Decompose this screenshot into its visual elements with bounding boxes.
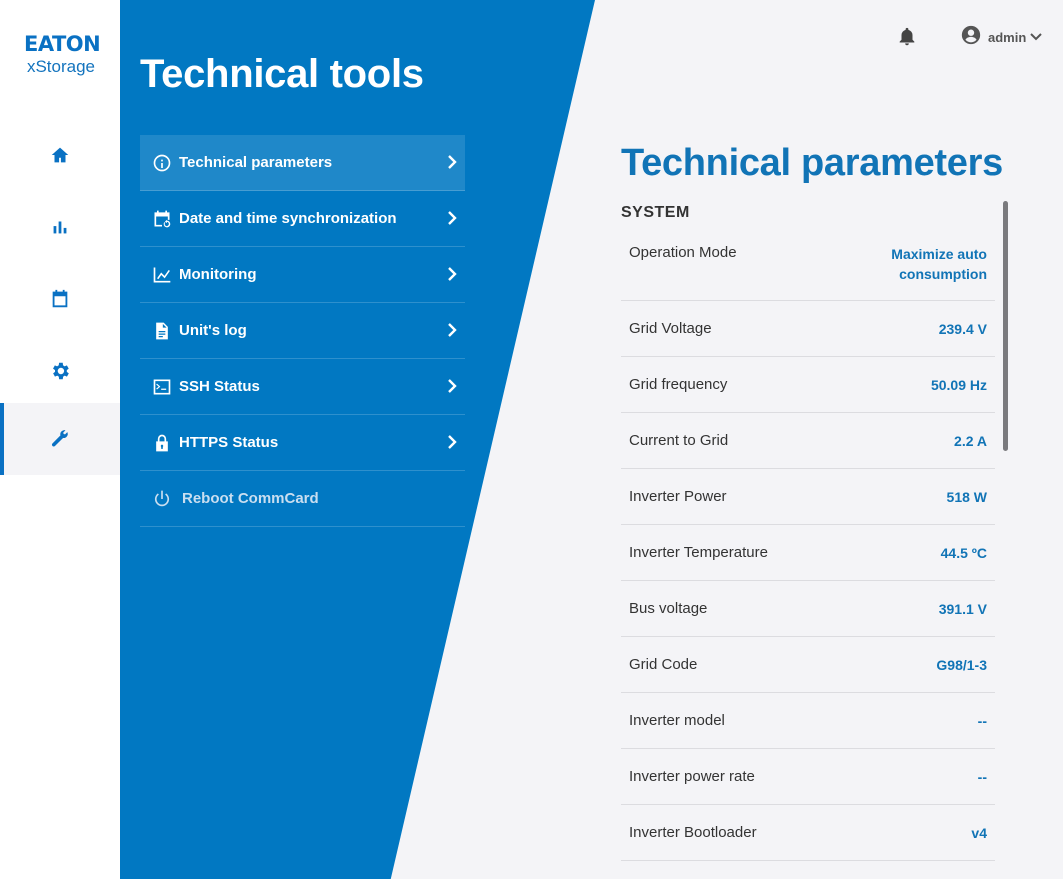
bell-icon [899, 27, 915, 46]
menu-item-technical-parameters[interactable]: Technical parameters [140, 135, 465, 191]
chevron-right-icon [447, 378, 457, 394]
menu-item-label: Technical parameters [179, 154, 333, 171]
product-name: xStorage [26, 57, 96, 76]
menu-item-label: Reboot CommCard [182, 490, 319, 507]
param-value: Maximize auto consumption [891, 246, 987, 282]
param-value: -- [977, 768, 987, 785]
param-value: G98/1-3 [936, 656, 987, 673]
menu-item-ssh-status[interactable]: SSH Status [140, 359, 465, 415]
chevron-right-icon [447, 210, 457, 226]
calendar-sync-icon [151, 208, 173, 230]
rail-item-home[interactable] [0, 119, 120, 191]
terminal-icon [151, 376, 173, 398]
chevron-right-icon [447, 322, 457, 338]
param-label: Grid Voltage [629, 320, 712, 337]
param-row: Inverter Temperature 44.5 ºC [621, 525, 995, 581]
power-icon [151, 488, 173, 510]
param-value: 518 W [946, 488, 987, 505]
param-row: Grid frequency 50.09 Hz [621, 357, 995, 413]
menu-item-reboot-commcard[interactable]: Reboot CommCard [140, 471, 465, 527]
menu-item-label: Monitoring [179, 266, 257, 283]
param-label: Grid Code [629, 656, 698, 673]
param-label: Bus voltage [629, 600, 708, 617]
chevron-right-icon [447, 154, 457, 170]
param-label: Inverter power rate [629, 768, 755, 785]
param-row: Current to Grid 2.2 A [621, 413, 995, 469]
rail-item-technical-tools[interactable] [0, 403, 120, 475]
chevron-down-icon [1026, 29, 1043, 47]
param-label: Inverter model [629, 712, 725, 729]
param-row: Inverter Power 518 W [621, 469, 995, 525]
param-row: Inverter Bootloader v4 [621, 805, 995, 861]
gear-icon [53, 362, 69, 380]
param-row: Inverter model -- [621, 693, 995, 749]
menu-item-date-time-sync[interactable]: Date and time synchronization [140, 191, 465, 247]
param-label: Grid frequency [629, 376, 728, 393]
calendar-icon [52, 289, 68, 308]
user-avatar-icon [960, 24, 982, 51]
param-value: 50.09 Hz [930, 376, 987, 393]
param-row: Grid Code G98/1-3 [621, 637, 995, 693]
line-chart-icon [151, 264, 173, 286]
param-label: Inverter Temperature [629, 544, 768, 561]
wrench-icon [51, 430, 68, 447]
home-icon [51, 147, 69, 163]
rail-item-calendar[interactable] [0, 263, 120, 335]
logo[interactable]: EATON xStorage [24, 32, 101, 77]
param-row: Operation Mode Maximize auto consumption [621, 228, 995, 301]
parameters-list: Operation Mode Maximize auto consumption… [621, 228, 995, 861]
menu-item-label: Unit's log [179, 322, 247, 339]
tools-title: Technical tools [140, 52, 424, 96]
notifications-button[interactable] [896, 26, 918, 48]
tools-menu: Technical parameters Date and time synch… [140, 135, 465, 527]
param-value: 44.5 ºC [940, 544, 987, 561]
document-icon [151, 320, 173, 342]
chevron-right-icon [447, 266, 457, 282]
page-title: Technical parameters [621, 142, 1003, 184]
menu-item-label: HTTPS Status [179, 434, 279, 451]
param-value: 2.2 A [954, 432, 987, 449]
param-value: 391.1 V [938, 600, 987, 617]
bar-chart-icon [53, 221, 67, 234]
menu-item-label: Date and time synchronization [179, 210, 397, 227]
nav-rail: EATON xStorage [0, 0, 120, 879]
rail-item-statistics[interactable] [0, 191, 120, 263]
param-value: v4 [971, 824, 987, 841]
menu-item-https-status[interactable]: HTTPS Status [140, 415, 465, 471]
info-icon [151, 152, 173, 174]
section-title: SYSTEM [621, 204, 690, 221]
param-row: Inverter power rate -- [621, 749, 995, 805]
menu-item-units-log[interactable]: Unit's log [140, 303, 465, 359]
menu-item-monitoring[interactable]: Monitoring [140, 247, 465, 303]
scrollbar[interactable] [1003, 201, 1008, 451]
chevron-right-icon [447, 434, 457, 450]
rail-item-settings[interactable] [0, 335, 120, 407]
param-label: Inverter Bootloader [629, 824, 757, 841]
param-row: Bus voltage 391.1 V [621, 581, 995, 637]
username: admin [988, 30, 1027, 45]
param-row: Grid Voltage 239.4 V [621, 301, 995, 357]
lock-icon [151, 432, 173, 454]
user-menu[interactable]: admin [960, 24, 1043, 51]
param-label: Inverter Power [629, 488, 727, 505]
param-label: Operation Mode [629, 244, 737, 261]
menu-item-label: SSH Status [179, 378, 260, 395]
param-value: 239.4 V [938, 320, 987, 337]
param-label: Current to Grid [629, 432, 729, 449]
param-value: -- [977, 712, 987, 729]
brand-name: EATON [24, 32, 101, 56]
